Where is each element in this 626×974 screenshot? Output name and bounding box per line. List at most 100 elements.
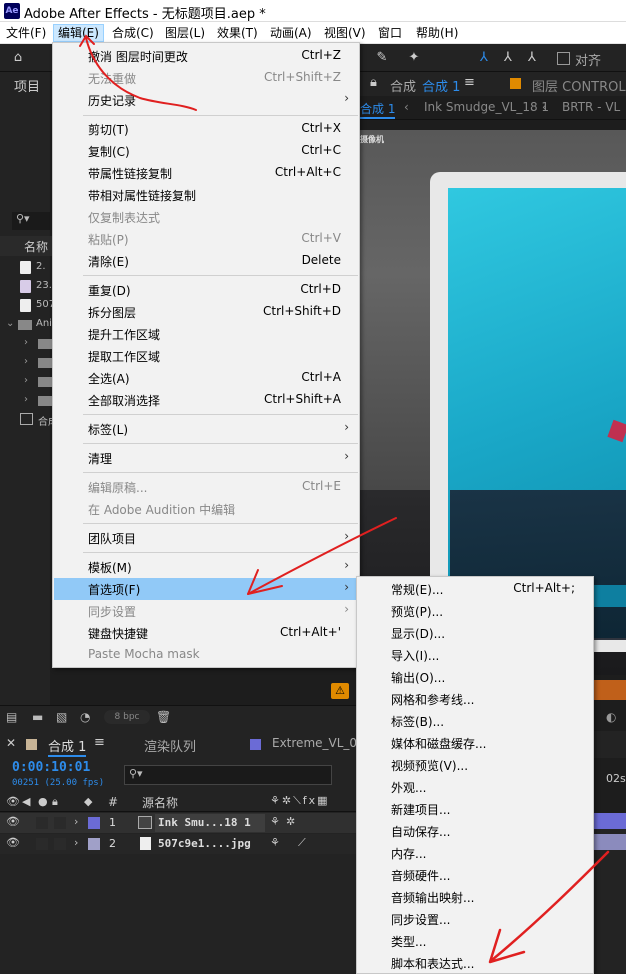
- layer-name[interactable]: Ink Smu...18 1: [158, 816, 251, 829]
- lock-toggle[interactable]: [54, 838, 66, 850]
- table-row[interactable]: 👁︎ › 1 Ink Smu...18 1 ⚘ ✲: [0, 813, 360, 833]
- lock-column-icon[interactable]: 🔒︎: [52, 795, 58, 809]
- menu-item-preferences[interactable]: 首选项(F) ›: [54, 578, 359, 600]
- puppet-pin-icon[interactable]: ✎: [372, 48, 392, 68]
- new-composition-icon[interactable]: ▧: [56, 710, 67, 724]
- menu-item-duplicate[interactable]: 重复(D) Ctrl+D: [54, 279, 359, 301]
- panel-menu-icon[interactable]: ≡: [94, 735, 105, 750]
- layer-label-color[interactable]: [88, 838, 100, 850]
- chevron-right-icon[interactable]: ›: [24, 375, 28, 386]
- menu-help[interactable]: 帮助(H): [412, 24, 462, 42]
- chevron-right-icon[interactable]: ›: [74, 815, 78, 828]
- new-folder-icon[interactable]: ▬: [32, 710, 43, 724]
- visibility-column-icon[interactable]: 👁︎: [6, 795, 20, 808]
- list-item[interactable]: 2.: [0, 258, 54, 277]
- lock-toggle[interactable]: [54, 817, 66, 829]
- world-axis-icon[interactable]: ⅄: [498, 48, 518, 68]
- menu-item-scripting-expressions[interactable]: 脚本和表达式...: [358, 952, 593, 974]
- menu-edit[interactable]: 编辑(E): [53, 24, 104, 42]
- tab-extreme-vl[interactable]: Extreme_VL_02: [272, 736, 365, 750]
- panel-menu-icon[interactable]: ≡: [464, 75, 475, 90]
- menu-item-label[interactable]: 标签(L) ›: [54, 418, 359, 440]
- menu-item-display[interactable]: 显示(D)...: [358, 622, 593, 644]
- menu-animation[interactable]: 动画(A): [266, 24, 316, 42]
- menu-file[interactable]: 文件(F): [2, 24, 50, 42]
- solo-toggle[interactable]: [36, 817, 48, 829]
- time-ruler[interactable]: 02s: [592, 758, 626, 814]
- interpret-footage-icon[interactable]: ▤: [6, 710, 17, 724]
- project-tab[interactable]: 项目: [14, 76, 40, 95]
- menu-item-select-all[interactable]: 全选(A) Ctrl+A: [54, 367, 359, 389]
- visibility-eye-icon[interactable]: 👁︎: [6, 836, 20, 849]
- menu-item-cut[interactable]: 剪切(T) Ctrl+X: [54, 118, 359, 140]
- list-item[interactable]: ›: [0, 334, 54, 353]
- list-item[interactable]: ⌄ Ani: [0, 315, 54, 334]
- layer-duration-bar[interactable]: [592, 834, 626, 850]
- menu-effect[interactable]: 效果(T): [213, 24, 262, 42]
- quality-switch-icon[interactable]: ⟋: [298, 836, 306, 850]
- menu-window[interactable]: 窗口: [374, 24, 406, 42]
- pin-icon[interactable]: ✦: [404, 48, 424, 68]
- lock-icon[interactable]: 🔒︎: [370, 75, 377, 90]
- menu-item-undo[interactable]: 撤消 图层时间更改 Ctrl+Z: [54, 45, 359, 67]
- menu-item-grids-guides[interactable]: 网格和参考线...: [358, 688, 593, 710]
- menu-item-import[interactable]: 导入(I)...: [358, 644, 593, 666]
- menu-item-video-preview[interactable]: 视频预览(V)...: [358, 754, 593, 776]
- list-item[interactable]: 507: [0, 296, 55, 315]
- solo-toggle[interactable]: [36, 838, 48, 850]
- menu-item-copy[interactable]: 复制(C) Ctrl+C: [54, 140, 359, 162]
- timeline-search-input[interactable]: ⚲▾: [124, 765, 332, 785]
- shy-switch-icon[interactable]: ⚘: [270, 836, 280, 849]
- menu-item-media-disk-cache[interactable]: 媒体和磁盘缓存...: [358, 732, 593, 754]
- list-item[interactable]: ›: [0, 372, 54, 391]
- menu-item-extract-work-area[interactable]: 提取工作区域: [54, 345, 359, 367]
- visibility-eye-icon[interactable]: 👁︎: [6, 815, 20, 828]
- menu-view[interactable]: 视图(V): [320, 24, 370, 42]
- project-settings-icon[interactable]: ◔: [80, 710, 90, 724]
- list-item[interactable]: ›: [0, 391, 54, 410]
- chevron-right-icon[interactable]: ›: [24, 394, 28, 405]
- menu-item-type[interactable]: 类型...: [358, 930, 593, 952]
- breadcrumb-composition-1[interactable]: 合成 1: [360, 100, 396, 119]
- tab-composition-1[interactable]: 合成 1: [422, 76, 460, 95]
- align-checkbox[interactable]: [557, 52, 570, 65]
- menu-item-appearance[interactable]: 外观...: [358, 776, 593, 798]
- current-time-display[interactable]: 0:00:10:01: [12, 760, 90, 775]
- chevron-down-icon[interactable]: ⌄: [6, 318, 14, 329]
- chevron-right-icon[interactable]: ›: [24, 356, 28, 367]
- view-axis-icon[interactable]: ⅄: [522, 48, 542, 68]
- solo-column-icon[interactable]: ●: [38, 795, 48, 808]
- audio-column-icon[interactable]: ◀: [22, 795, 30, 808]
- layer-name[interactable]: 507c9e1....jpg: [158, 837, 251, 850]
- menu-item-history[interactable]: 历史记录 ›: [54, 89, 359, 111]
- menu-layer[interactable]: 图层(L): [161, 24, 209, 42]
- menu-item-copy-with-relative-links[interactable]: 带相对属性链接复制: [54, 184, 359, 206]
- menu-item-keyboard-shortcuts[interactable]: 键盘快捷键 Ctrl+Alt+': [54, 622, 359, 644]
- menu-item-memory[interactable]: 内存...: [358, 842, 593, 864]
- home-icon[interactable]: ⌂: [8, 48, 28, 68]
- warning-icon[interactable]: ⚠: [331, 683, 349, 699]
- menu-item-new-project[interactable]: 新建项目...: [358, 798, 593, 820]
- menu-item-audio-hardware[interactable]: 音频硬件...: [358, 864, 593, 886]
- menu-item-copy-with-property-links[interactable]: 带属性链接复制 Ctrl+Alt+C: [54, 162, 359, 184]
- list-item[interactable]: 23.: [0, 277, 54, 296]
- chevron-right-icon[interactable]: ›: [74, 836, 78, 849]
- menu-item-lift-work-area[interactable]: 提升工作区域: [54, 323, 359, 345]
- menu-item-labels[interactable]: 标签(B)...: [358, 710, 593, 732]
- menu-composition[interactable]: 合成(C): [108, 24, 158, 42]
- list-item[interactable]: ›: [0, 353, 54, 372]
- label-column-icon[interactable]: ◆: [84, 795, 92, 808]
- shy-switch-icon[interactable]: ⚘: [270, 815, 280, 828]
- menu-item-output[interactable]: 输出(O)...: [358, 666, 593, 688]
- name-column-header[interactable]: 名称: [24, 238, 48, 255]
- menu-item-team-project[interactable]: 团队项目 ›: [54, 527, 359, 549]
- menu-item-general[interactable]: 常规(E)... Ctrl+Alt+;: [358, 578, 593, 600]
- trash-icon[interactable]: 🗑︎: [156, 710, 171, 724]
- table-row[interactable]: 👁︎ › 2 507c9e1....jpg ⚘ ⟋: [0, 834, 360, 854]
- menu-item-purge[interactable]: 清理 ›: [54, 447, 359, 469]
- project-search-icon[interactable]: ⚲▾: [12, 212, 50, 230]
- menu-item-deselect-all[interactable]: 全部取消选择 Ctrl+Shift+A: [54, 389, 359, 411]
- tab-layer-control[interactable]: 图层 CONTROL PA: [532, 76, 626, 95]
- menu-item-auto-save[interactable]: 自动保存...: [358, 820, 593, 842]
- menu-item-audio-output-mapping[interactable]: 音频输出映射...: [358, 886, 593, 908]
